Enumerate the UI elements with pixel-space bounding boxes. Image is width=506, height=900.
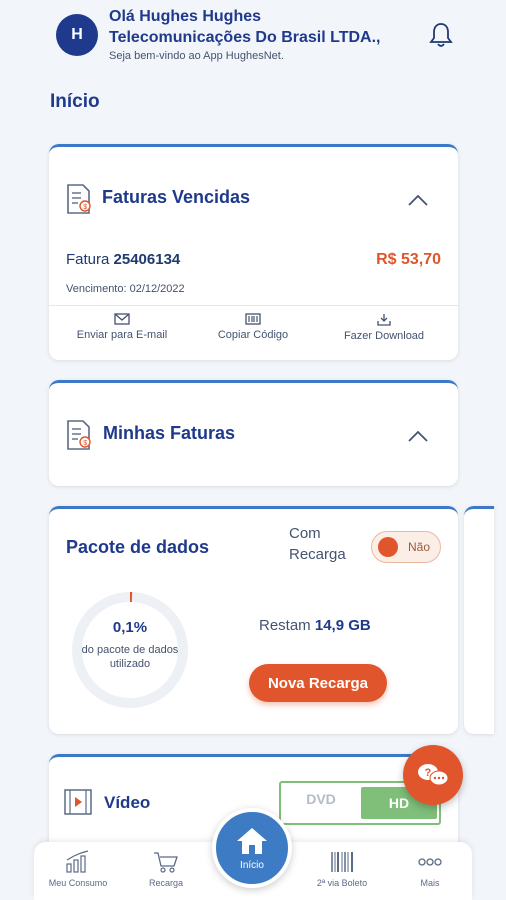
toggle-knob — [378, 537, 398, 557]
greeting-block: Olá Hughes Hughes Telecomunicações Do Br… — [109, 6, 419, 62]
cart-icon — [154, 852, 178, 873]
app-header: H Olá Hughes Hughes Telecomunicações Do … — [0, 0, 506, 80]
invoice-amount: R$ 53,70 — [376, 251, 441, 268]
my-invoices-card[interactable]: $ Minhas Faturas — [49, 380, 458, 486]
divider — [49, 305, 458, 306]
mail-icon — [114, 313, 130, 325]
home-icon — [237, 827, 267, 854]
greeting-name: Olá Hughes Hughes — [109, 8, 262, 25]
overdue-invoices-card: $ Faturas Vencidas Fatura 25406134 R$ 53… — [49, 144, 458, 360]
remaining-value: 14,9 GB — [314, 617, 371, 634]
invoice-document-icon: $ — [67, 184, 91, 214]
invoice-label: Fatura — [66, 251, 110, 268]
option-dvd[interactable]: DVD — [281, 791, 361, 807]
remaining-label: Restam — [259, 617, 311, 634]
nav-label-recarga: Recarga — [148, 878, 184, 888]
nav-item-consumo[interactable]: Meu Consumo — [38, 850, 118, 888]
my-invoices-title: Minhas Faturas — [103, 423, 236, 443]
barcode-icon — [245, 313, 261, 325]
chevron-up-icon[interactable] — [407, 429, 429, 443]
welcome-text: Seja bem-vindo ao App HughesNet. — [109, 50, 284, 62]
nav-label-mais: Mais — [420, 878, 440, 888]
recharge-toggle[interactable]: Não — [371, 531, 441, 563]
send-email-label: Enviar para E-mail — [76, 329, 168, 341]
avatar[interactable]: H — [56, 14, 98, 56]
page-title: Início — [50, 91, 100, 112]
more-icon — [418, 858, 442, 866]
data-package-card: Pacote de dados Com Recarga Não 0,1% do … — [49, 506, 458, 734]
new-recharge-button[interactable]: Nova Recarga — [249, 664, 387, 702]
nav-label-consumo: Meu Consumo — [48, 878, 108, 888]
nav-label-boleto: 2ª via Boleto — [316, 878, 368, 888]
usage-percent: 0,1% — [112, 619, 148, 636]
chat-button[interactable]: ? — [403, 745, 463, 805]
nav-item-mais[interactable]: Mais — [390, 850, 470, 888]
nav-item-recarga[interactable]: Recarga — [126, 850, 206, 888]
invoice-due-date: Vencimento: 02/12/2022 — [66, 283, 185, 295]
copy-code-label: Copiar Código — [217, 329, 289, 341]
usage-caption: do pacote de dados utilizado — [81, 644, 179, 670]
barcode-icon — [331, 852, 353, 872]
next-card-peek[interactable] — [464, 506, 494, 734]
recharge-label: Com Recarga — [289, 525, 346, 563]
invoice-document-icon: $ — [67, 420, 91, 450]
nav-item-inicio[interactable]: Início — [212, 808, 292, 888]
copy-code-button[interactable]: Copiar Código — [188, 313, 318, 341]
send-email-button[interactable]: Enviar para E-mail — [57, 313, 187, 341]
video-title: Vídeo — [104, 793, 151, 812]
overdue-invoices-title: Faturas Vencidas — [102, 187, 251, 207]
toggle-label: Não — [408, 540, 431, 554]
download-button[interactable]: Fazer Download — [319, 313, 449, 342]
chart-icon — [66, 850, 89, 873]
remaining-data: Restam 14,9 GB — [259, 617, 371, 634]
video-icon — [64, 789, 92, 815]
bell-icon[interactable] — [426, 20, 456, 50]
svg-text:$: $ — [83, 440, 87, 447]
nav-label-inicio: Início — [240, 859, 264, 871]
chevron-up-icon[interactable] — [407, 193, 429, 207]
invoice-number: 25406134 — [113, 251, 181, 268]
greeting-company: Telecomunicações Do Brasil LTDA., — [109, 29, 381, 46]
data-package-title: Pacote de dados — [66, 537, 210, 557]
download-label: Fazer Download — [343, 330, 425, 342]
chat-icon: ? — [418, 764, 449, 786]
invoice-number-row: Fatura 25406134 — [66, 251, 180, 268]
download-icon — [377, 314, 391, 326]
nav-item-boleto[interactable]: 2ª via Boleto — [302, 850, 382, 888]
svg-text:$: $ — [83, 204, 87, 211]
